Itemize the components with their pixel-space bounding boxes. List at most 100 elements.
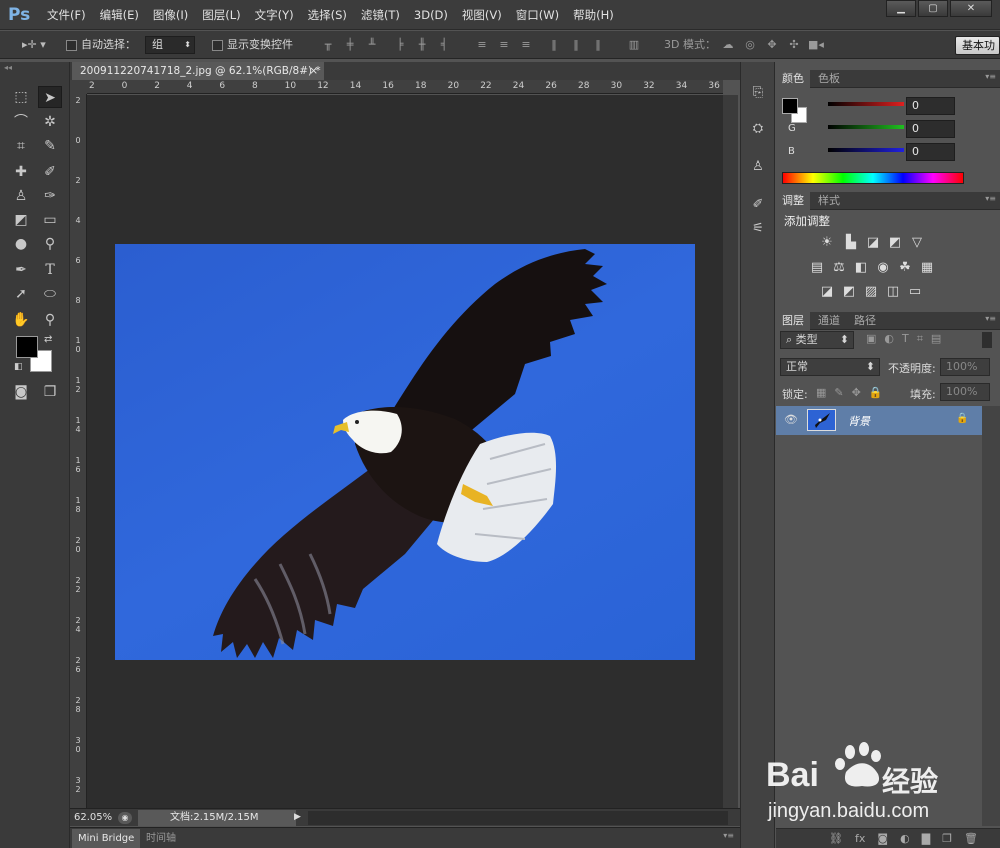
threshold-icon[interactable]: ▨: [862, 284, 880, 300]
magic-wand-tool-icon[interactable]: ✲: [38, 111, 62, 133]
workspace-button[interactable]: 基本功: [955, 36, 1000, 55]
quick-mask-icon[interactable]: ◙: [9, 381, 33, 403]
document-image[interactable]: [115, 244, 695, 660]
minimize-button[interactable]: ▁: [886, 0, 916, 17]
menu-layer[interactable]: 图层(L): [195, 0, 247, 30]
zoom-tool-icon[interactable]: ⚲: [38, 309, 62, 331]
move-tool-icon[interactable]: ➤: [38, 86, 62, 108]
menu-window[interactable]: 窗口(W): [509, 0, 566, 30]
add-mask-icon[interactable]: ◙: [877, 832, 888, 845]
new-layer-icon[interactable]: ❐: [942, 832, 952, 845]
blue-value[interactable]: 0: [906, 143, 955, 161]
tab-channels[interactable]: 通道: [812, 312, 846, 330]
menu-filter[interactable]: 滤镜(T): [354, 0, 407, 30]
invert-icon[interactable]: ◪: [818, 284, 836, 300]
tab-swatches[interactable]: 色板: [812, 70, 846, 88]
menu-type[interactable]: 文字(Y): [248, 0, 301, 30]
history-panel-icon[interactable]: ⎘: [749, 84, 767, 102]
menu-edit[interactable]: 编辑(E): [93, 0, 146, 30]
vertical-ruler[interactable]: 2 0 2 4 6 8 1 0 1 2 1 4 1 6 1 8 2 0 2 2 2 4 2 6 2 8 3 0 3…: [70, 94, 87, 808]
screen-mode-icon[interactable]: ❐: [38, 381, 62, 403]
filter-toggle[interactable]: [982, 332, 992, 348]
layer-filter-dropdown[interactable]: ⌕ 类型 ⬍: [780, 331, 854, 349]
clone-source-panel-icon[interactable]: ♙: [749, 158, 767, 176]
brush-presets-panel-icon[interactable]: ⚟: [749, 220, 767, 238]
opacity-field[interactable]: 100%: [940, 358, 990, 376]
color-lookup-icon[interactable]: ▦: [918, 260, 936, 276]
vertical-scrollbar[interactable]: [723, 95, 738, 808]
auto-align-icon[interactable]: ▥: [626, 38, 642, 52]
default-colors-icon[interactable]: ◧: [14, 362, 23, 372]
zoom-level[interactable]: 62.05%: [74, 809, 112, 827]
brush-tool-icon[interactable]: ✐: [38, 161, 62, 183]
maximize-button[interactable]: ▢: [918, 0, 948, 17]
align-bottom-icon[interactable]: ╨: [364, 38, 380, 52]
photo-filter-icon[interactable]: ◉: [874, 260, 892, 276]
properties-panel-icon[interactable]: ⛭: [749, 120, 767, 138]
horizontal-scrollbar[interactable]: [308, 811, 728, 825]
share-icon[interactable]: ◉: [118, 812, 132, 824]
3d-roll-icon[interactable]: ◎: [742, 38, 758, 52]
blue-slider[interactable]: [828, 148, 904, 152]
menu-view[interactable]: 视图(V): [455, 0, 509, 30]
layer-filter-icons[interactable]: ▣◐T⌗▤: [866, 332, 949, 346]
visibility-eye-icon[interactable]: 👁: [784, 413, 798, 426]
tab-color[interactable]: 颜色: [776, 70, 810, 88]
panel-menu-icon[interactable]: ▾≡: [985, 314, 996, 323]
menu-file[interactable]: 文件(F): [40, 0, 93, 30]
tab-adjustments[interactable]: 调整: [776, 192, 810, 210]
tab-styles[interactable]: 样式: [812, 192, 846, 210]
align-top-icon[interactable]: ╥: [320, 38, 336, 52]
ruler-origin[interactable]: [70, 80, 87, 94]
menu-select[interactable]: 选择(S): [301, 0, 354, 30]
marquee-tool-icon[interactable]: ⬚: [9, 86, 33, 108]
curves-icon[interactable]: ◪: [864, 235, 882, 251]
status-menu-arrow-icon[interactable]: ▶: [294, 812, 301, 822]
type-tool-icon[interactable]: T: [38, 259, 62, 281]
levels-icon[interactable]: ▙: [842, 235, 860, 251]
panel-menu-icon[interactable]: ▾≡: [985, 72, 996, 81]
green-value[interactable]: 0: [906, 120, 955, 138]
swap-colors-icon[interactable]: ⇄: [44, 334, 52, 345]
lock-icons[interactable]: ▦✎✥🔒: [816, 386, 891, 399]
show-transform-checkbox[interactable]: 显示变换控件: [212, 31, 293, 59]
eyedropper-tool-icon[interactable]: ✎: [38, 135, 62, 157]
fill-field[interactable]: 100%: [940, 383, 990, 401]
color-fg-swatch[interactable]: [782, 98, 798, 114]
delete-layer-icon[interactable]: 🗑: [964, 832, 978, 845]
distribute-right-icon[interactable]: ‖: [590, 38, 606, 52]
hand-tool-icon[interactable]: ✋: [9, 309, 33, 331]
brush-panel-icon[interactable]: ✐: [749, 196, 767, 214]
black-white-icon[interactable]: ◧: [852, 260, 870, 276]
distribute-hcenter-icon[interactable]: ‖: [568, 38, 584, 52]
document-tab[interactable]: 200911220741718_2.jpg @ 62.1%(RGB/8#) * …: [72, 62, 324, 80]
horizontal-ruler[interactable]: 2 0 2 4 6 8 10 12 14 16 18 20 22 24 26 28 30 32 34 36: [87, 80, 723, 94]
fx-icon[interactable]: fx: [855, 832, 865, 845]
panel-menu-icon[interactable]: ▾≡: [985, 194, 996, 203]
distribute-top-icon[interactable]: ≡: [474, 38, 490, 52]
hue-saturation-icon[interactable]: ▤: [808, 260, 826, 276]
vibrance-icon[interactable]: ▽: [908, 235, 926, 251]
3d-rotate-icon[interactable]: ☁: [720, 38, 736, 52]
dodge-tool-icon[interactable]: ⚲: [38, 233, 62, 255]
adjustment-layer-icon[interactable]: ◐: [900, 832, 910, 845]
align-vcenter-icon[interactable]: ╪: [342, 38, 358, 52]
layer-row[interactable]: 👁 背景 🔒: [776, 406, 982, 435]
pen-tool-icon[interactable]: ✒: [9, 259, 33, 281]
3d-slide-icon[interactable]: ✣: [786, 38, 802, 52]
color-spectrum[interactable]: [782, 172, 964, 184]
healing-brush-tool-icon[interactable]: ✚: [9, 161, 33, 183]
align-hcenter-icon[interactable]: ╫: [414, 38, 430, 52]
align-right-icon[interactable]: ╡: [436, 38, 452, 52]
layer-name[interactable]: 背景: [848, 413, 870, 429]
close-button[interactable]: ✕: [950, 0, 992, 17]
selective-color-icon[interactable]: ◫: [884, 284, 902, 300]
color-balance-icon[interactable]: ⚖: [830, 260, 848, 276]
green-slider[interactable]: [828, 125, 904, 129]
red-slider[interactable]: [828, 102, 904, 106]
3d-drag-icon[interactable]: ✥: [764, 38, 780, 52]
panel-menu-icon[interactable]: ▾≡: [723, 831, 734, 840]
tab-mini-bridge[interactable]: Mini Bridge: [72, 829, 141, 848]
foreground-color-swatch[interactable]: [16, 336, 38, 358]
tab-layers[interactable]: 图层: [776, 312, 810, 330]
